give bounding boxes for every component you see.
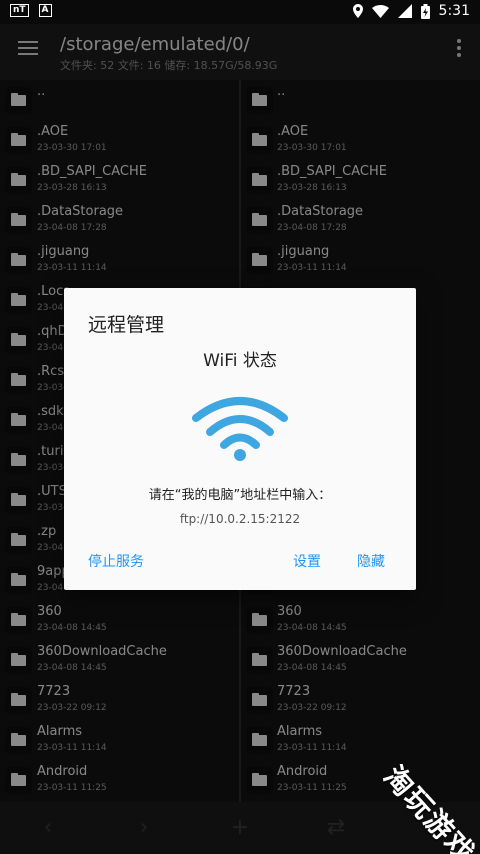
location-icon bbox=[352, 4, 363, 18]
dialog-hint: 请在“我的电脑”地址栏中输入： bbox=[148, 488, 332, 503]
wifi-signal-icon bbox=[371, 4, 389, 18]
status-left-icons: nT A bbox=[10, 4, 52, 17]
dialog-title: 远程管理 bbox=[88, 314, 165, 336]
remote-management-dialog: 远程管理 WiFi 状态 请在“我的电脑”地址栏中输入： ftp://10.0.… bbox=[64, 288, 416, 590]
nt-icon: nT bbox=[10, 4, 29, 17]
hide-button[interactable]: 隐藏 bbox=[357, 551, 385, 571]
battery-icon bbox=[420, 3, 430, 19]
settings-button[interactable]: 设置 bbox=[293, 551, 321, 571]
status-bar: nT A 5:31 bbox=[0, 0, 480, 24]
wifi-status-label: WiFi 状态 bbox=[203, 351, 277, 371]
ftp-address: ftp://10.0.2.15:2122 bbox=[179, 512, 301, 526]
wifi-icon bbox=[192, 397, 288, 461]
cell-signal-icon bbox=[397, 4, 412, 18]
stop-service-button[interactable]: 停止服务 bbox=[88, 551, 144, 571]
watermark-logo: 淘 玩 游 戏 bbox=[377, 760, 480, 854]
status-right-icons: 5:31 bbox=[352, 3, 470, 19]
status-time: 5:31 bbox=[438, 3, 470, 19]
a-icon: A bbox=[38, 4, 52, 17]
